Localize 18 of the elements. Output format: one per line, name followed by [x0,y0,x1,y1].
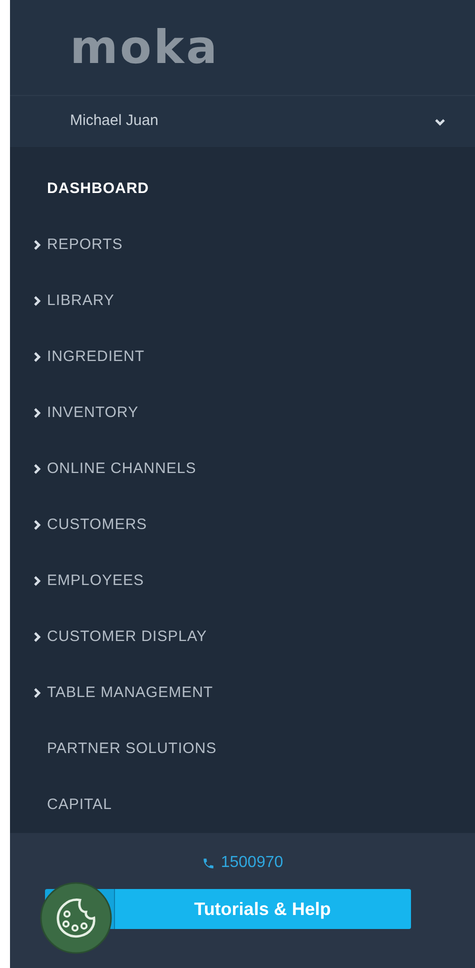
menu-item[interactable]: LIBRARY [10,273,475,330]
menu-item[interactable]: CAPITAL [10,777,475,834]
user-dropdown[interactable]: Michael Juan [10,94,475,148]
logo: moka [70,24,220,70]
menu-item[interactable]: PARTNER SOLUTIONS [10,721,475,778]
menu-item[interactable]: TABLE MANAGEMENT [10,665,475,722]
cookie-icon [40,882,112,954]
phone-icon [202,856,215,870]
menu-item[interactable]: INGREDIENT [10,329,475,386]
chevron-down-icon [435,116,445,127]
phone-number: 1500970 [220,853,284,874]
menu-item[interactable]: CUSTOMER DISPLAY [10,609,475,666]
menu-item[interactable]: CUSTOMERS [10,497,475,554]
menu-item[interactable]: DASHBOARD [10,161,475,218]
menu-item[interactable]: ONLINE CHANNELS [10,441,475,498]
menu-item[interactable]: INVENTORY [10,385,475,442]
menu-item[interactable]: REPORTS [10,217,475,274]
menu-item[interactable]: EMPLOYEES [10,553,475,610]
